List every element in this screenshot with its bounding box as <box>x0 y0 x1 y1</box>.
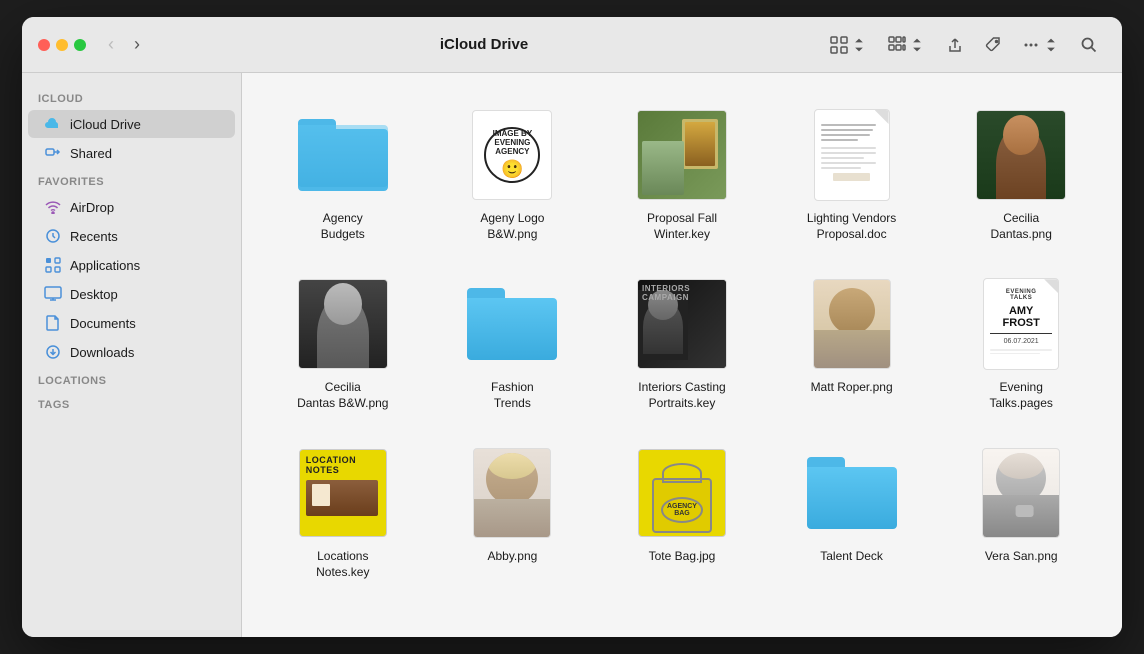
file-thumb-lighting-vendors <box>802 105 902 205</box>
file-item-lighting-vendors[interactable]: Lighting VendorsProposal.doc <box>775 97 929 250</box>
sidebar-item-airdrop-label: AirDrop <box>70 200 114 215</box>
file-item-cecilia-bw[interactable]: CeciliaDantas B&W.png <box>266 266 420 419</box>
file-name-cecilia-bw: CeciliaDantas B&W.png <box>297 380 388 411</box>
sidebar-section-locations: Locations <box>22 367 241 391</box>
file-item-agency-budgets[interactable]: AgencyBudgets <box>266 97 420 250</box>
file-thumb-agency-budgets <box>293 105 393 205</box>
forward-button[interactable]: › <box>128 30 146 59</box>
sidebar-item-downloads[interactable]: Downloads <box>28 338 235 366</box>
doc-icon <box>44 314 62 332</box>
file-name-fashion-trends: FashionTrends <box>491 380 534 411</box>
file-thumb-vera-san <box>971 443 1071 543</box>
sidebar: iCloud iCloud Drive Shared <box>22 73 242 637</box>
file-item-ageny-logo[interactable]: IMAGE BYEVENINGAGENCY 🙂 Ageny LogoB&W.pn… <box>436 97 590 250</box>
sidebar-section-tags: Tags <box>22 391 241 415</box>
files-content: AgencyBudgets IMAGE BYEVENINGAGENCY 🙂 Ag… <box>242 73 1122 637</box>
more-button[interactable] <box>1014 31 1068 59</box>
minimize-button[interactable] <box>56 39 68 51</box>
sidebar-item-downloads-label: Downloads <box>70 345 134 360</box>
file-item-fashion-trends[interactable]: FashionTrends <box>436 266 590 419</box>
finder-window: ‹ › iCloud Drive <box>22 17 1122 637</box>
group-view-button[interactable] <box>880 31 934 59</box>
grid-icon <box>44 256 62 274</box>
sidebar-item-recents-label: Recents <box>70 229 118 244</box>
file-item-evening-talks[interactable]: EVENINGTALKS AMYFROST 06.07.2021 Evening… <box>944 266 1098 419</box>
files-grid: AgencyBudgets IMAGE BYEVENINGAGENCY 🙂 Ag… <box>266 97 1098 589</box>
file-name-ageny-logo: Ageny LogoB&W.png <box>480 211 544 242</box>
sidebar-item-icloud-drive-label: iCloud Drive <box>70 117 141 132</box>
sidebar-item-desktop-label: Desktop <box>70 287 118 302</box>
download-icon <box>44 343 62 361</box>
file-thumb-locations-notes: LOCATIONNOTES <box>293 443 393 543</box>
file-name-locations-notes: LocationsNotes.key <box>316 549 369 580</box>
file-name-evening-talks: EveningTalks.pages <box>990 380 1053 411</box>
file-name-interiors: Interiors CastingPortraits.key <box>638 380 725 411</box>
window-title: iCloud Drive <box>154 36 814 53</box>
sidebar-item-desktop[interactable]: Desktop <box>28 280 235 308</box>
shared-icon <box>44 144 62 162</box>
file-thumb-fashion-trends <box>462 274 562 374</box>
traffic-lights <box>38 39 86 51</box>
clock-icon <box>44 227 62 245</box>
file-thumb-evening-talks: EVENINGTALKS AMYFROST 06.07.2021 <box>971 274 1071 374</box>
sidebar-item-icloud-drive[interactable]: iCloud Drive <box>28 110 235 138</box>
file-item-proposal-fall[interactable]: Proposal FallWinter.key <box>605 97 759 250</box>
sidebar-item-recents[interactable]: Recents <box>28 222 235 250</box>
file-item-matt-roper[interactable]: Matt Roper.png <box>775 266 929 419</box>
file-item-interiors[interactable]: INTERIORSCAMPAIGN Interiors CastingPortr… <box>605 266 759 419</box>
tag-button[interactable] <box>976 31 1010 59</box>
file-item-cecilia-dantas[interactable]: CeciliaDantas.png <box>944 97 1098 250</box>
sidebar-item-documents-label: Documents <box>70 316 136 331</box>
file-thumb-proposal-fall <box>632 105 732 205</box>
file-item-locations-notes[interactable]: LOCATIONNOTES LocationsNotes.key <box>266 435 420 588</box>
file-name-talent-deck: Talent Deck <box>820 549 883 565</box>
back-button[interactable]: ‹ <box>102 30 120 59</box>
sidebar-section-favorites: Favorites <box>22 168 241 192</box>
file-name-tote-bag: Tote Bag.jpg <box>649 549 716 565</box>
sidebar-item-airdrop[interactable]: AirDrop <box>28 193 235 221</box>
sidebar-section-icloud: iCloud <box>22 85 241 109</box>
file-item-abby[interactable]: Abby.png <box>436 435 590 588</box>
file-thumb-abby <box>462 443 562 543</box>
file-thumb-interiors: INTERIORSCAMPAIGN <box>632 274 732 374</box>
file-item-vera-san[interactable]: Vera San.png <box>944 435 1098 588</box>
file-thumb-talent-deck <box>802 443 902 543</box>
desktop-icon <box>44 285 62 303</box>
file-thumb-tote-bag: AGENCYBAG <box>632 443 732 543</box>
sidebar-item-applications-label: Applications <box>70 258 140 273</box>
maximize-button[interactable] <box>74 39 86 51</box>
sidebar-item-documents[interactable]: Documents <box>28 309 235 337</box>
cloud-icon <box>44 115 62 133</box>
toolbar-actions <box>822 31 1106 59</box>
close-button[interactable] <box>38 39 50 51</box>
file-thumb-cecilia-dantas <box>971 105 1071 205</box>
file-thumb-matt-roper <box>802 274 902 374</box>
file-name-cecilia-dantas: CeciliaDantas.png <box>991 211 1052 242</box>
file-name-abby: Abby.png <box>487 549 537 565</box>
sidebar-item-shared-label: Shared <box>70 146 112 161</box>
main-content: iCloud iCloud Drive Shared <box>22 73 1122 637</box>
file-name-agency-budgets: AgencyBudgets <box>321 211 365 242</box>
file-name-lighting-vendors: Lighting VendorsProposal.doc <box>807 211 896 242</box>
file-name-matt-roper: Matt Roper.png <box>811 380 893 396</box>
wifi-icon <box>44 198 62 216</box>
share-button[interactable] <box>938 31 972 59</box>
file-thumb-ageny-logo: IMAGE BYEVENINGAGENCY 🙂 <box>462 105 562 205</box>
file-item-tote-bag[interactable]: AGENCYBAG Tote Bag.jpg <box>605 435 759 588</box>
search-button[interactable] <box>1072 31 1106 59</box>
file-name-vera-san: Vera San.png <box>985 549 1058 565</box>
sidebar-item-shared[interactable]: Shared <box>28 139 235 167</box>
sidebar-item-applications[interactable]: Applications <box>28 251 235 279</box>
file-item-talent-deck[interactable]: Talent Deck <box>775 435 929 588</box>
file-thumb-cecilia-bw <box>293 274 393 374</box>
toolbar: ‹ › iCloud Drive <box>22 17 1122 73</box>
grid-view-button[interactable] <box>822 31 876 59</box>
file-name-proposal-fall: Proposal FallWinter.key <box>647 211 717 242</box>
